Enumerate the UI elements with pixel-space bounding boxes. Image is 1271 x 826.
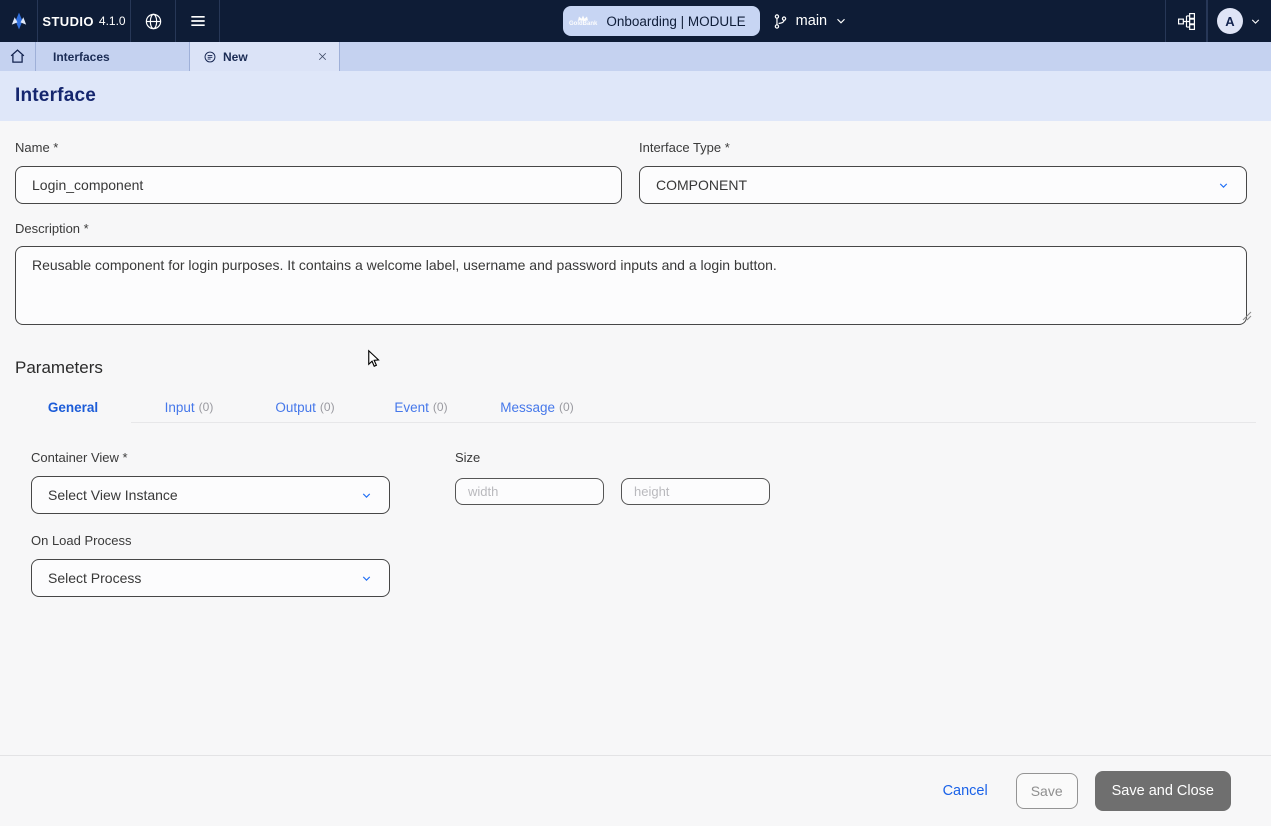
- home-button[interactable]: [0, 42, 36, 71]
- size-label: Size: [455, 450, 770, 465]
- parameters-tab-general[interactable]: General: [15, 392, 131, 422]
- language-button[interactable]: [131, 0, 176, 42]
- on-load-process-value: Select Process: [48, 570, 141, 586]
- resize-handle-icon[interactable]: [1242, 311, 1252, 321]
- parameters-tab-output[interactable]: Output (0): [247, 392, 363, 422]
- name-field-group: Name *: [15, 140, 622, 204]
- brand-name: STUDIO: [42, 14, 94, 29]
- chevron-down-icon: [360, 572, 373, 585]
- interface-type-label: Interface Type *: [639, 140, 1247, 155]
- general-tab-panel: Container View * Select View Instance Si…: [15, 450, 1256, 597]
- tab-label: Input: [165, 400, 195, 415]
- gem-logo-icon: [9, 11, 29, 31]
- git-branch-icon: [772, 13, 789, 30]
- name-input[interactable]: [15, 166, 622, 204]
- tab-count: (0): [433, 400, 448, 414]
- tab-label: Interfaces: [53, 50, 110, 64]
- interface-doc-icon: [203, 50, 217, 64]
- description-label: Description *: [15, 221, 1256, 236]
- parameters-heading: Parameters: [15, 358, 1256, 378]
- on-load-process-field-group: On Load Process Select Process: [31, 533, 390, 597]
- interface-type-value: COMPONENT: [656, 177, 747, 193]
- module-badge[interactable]: GoldBank Onboarding | MODULE: [563, 6, 760, 36]
- globe-icon: [144, 12, 163, 31]
- tab-count: (0): [199, 400, 214, 414]
- module-badge-label: Onboarding | MODULE: [606, 14, 745, 29]
- interface-type-select[interactable]: COMPONENT: [639, 166, 1247, 204]
- app-logo[interactable]: [0, 0, 38, 42]
- brand-version: 4.1.0: [99, 14, 126, 28]
- tab-label: Event: [394, 400, 429, 415]
- tab-label: New: [223, 50, 248, 64]
- tab-count: (0): [320, 400, 335, 414]
- page-header: Interface: [0, 71, 1271, 121]
- parameters-tabs: General Input (0) Output (0) Event (0) M…: [15, 392, 1256, 423]
- cancel-button[interactable]: Cancel: [943, 783, 988, 799]
- description-field-group: Reusable component for login purposes. I…: [15, 246, 1256, 325]
- topbar-right: A: [1165, 0, 1271, 42]
- tab-label: Message: [500, 400, 555, 415]
- tab-label: General: [48, 400, 98, 415]
- chevron-down-icon: [1249, 15, 1262, 28]
- close-icon[interactable]: [316, 50, 329, 63]
- branch-name: main: [796, 13, 827, 29]
- chevron-down-icon: [1217, 179, 1230, 192]
- size-width-input[interactable]: [455, 478, 604, 505]
- tab-new[interactable]: New: [190, 42, 340, 71]
- description-textarea[interactable]: Reusable component for login purposes. I…: [15, 246, 1247, 325]
- user-menu[interactable]: A: [1207, 0, 1271, 42]
- page-title: Interface: [15, 85, 96, 107]
- tab-label: Output: [275, 400, 316, 415]
- on-load-process-label: On Load Process: [31, 533, 390, 548]
- chevron-down-icon: [834, 14, 848, 28]
- size-height-input[interactable]: [621, 478, 770, 505]
- tab-interfaces[interactable]: Interfaces: [36, 42, 190, 71]
- name-label: Name *: [15, 140, 622, 155]
- form-footer: Cancel Save Save and Close: [0, 755, 1271, 826]
- save-and-close-button[interactable]: Save and Close: [1095, 771, 1231, 811]
- container-view-label: Container View *: [31, 450, 390, 465]
- tab-count: (0): [559, 400, 574, 414]
- hierarchy-button[interactable]: [1165, 0, 1207, 42]
- chevron-down-icon: [360, 489, 373, 502]
- container-view-value: Select View Instance: [48, 487, 178, 503]
- home-icon: [9, 48, 26, 65]
- parameters-tab-message[interactable]: Message (0): [479, 392, 595, 422]
- save-button[interactable]: Save: [1016, 773, 1078, 809]
- document-tab-bar: Interfaces New: [0, 42, 1271, 71]
- goldbank-logo: GoldBank: [569, 15, 597, 27]
- topbar-center: GoldBank Onboarding | MODULE main: [563, 0, 848, 42]
- interface-form: Name * Interface Type * COMPONENT Descri…: [0, 140, 1271, 597]
- parameters-tab-input[interactable]: Input (0): [131, 392, 247, 422]
- brand-title: STUDIO 4.1.0: [38, 0, 131, 42]
- size-field-group: Size: [455, 450, 770, 505]
- main-menu-button[interactable]: [176, 0, 220, 42]
- on-load-process-select[interactable]: Select Process: [31, 559, 390, 597]
- avatar: A: [1217, 8, 1243, 34]
- hamburger-menu-icon: [188, 11, 208, 31]
- container-view-field-group: Container View * Select View Instance: [31, 450, 390, 514]
- sitemap-icon: [1177, 12, 1196, 31]
- branch-selector[interactable]: main: [772, 13, 848, 30]
- container-view-select[interactable]: Select View Instance: [31, 476, 390, 514]
- parameters-tab-event[interactable]: Event (0): [363, 392, 479, 422]
- interface-type-field-group: Interface Type * COMPONENT: [639, 140, 1247, 204]
- top-app-bar: STUDIO 4.1.0 GoldBank Onboarding | MODUL…: [0, 0, 1271, 42]
